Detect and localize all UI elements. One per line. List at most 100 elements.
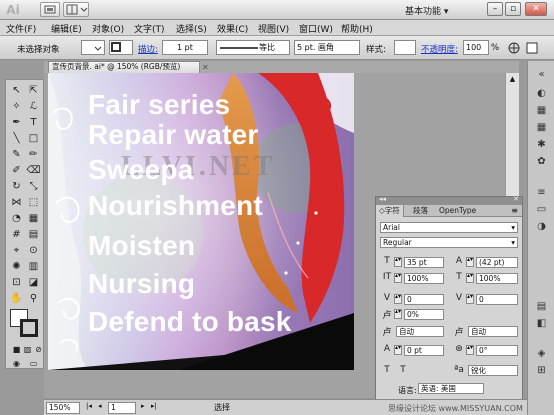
minimize-button[interactable]: – bbox=[487, 2, 503, 16]
symbol-sprayer-icon[interactable]: ✺ bbox=[9, 259, 24, 274]
selection-tool-icon[interactable]: ↖ bbox=[9, 83, 24, 98]
paintbrush-icon[interactable]: ✎ bbox=[9, 147, 24, 162]
graphic-styles-icon[interactable]: ◧ bbox=[533, 316, 550, 331]
tab-opentype[interactable]: OpenType bbox=[436, 205, 479, 217]
swatches-panel-icon[interactable]: ▦ bbox=[533, 120, 550, 135]
kerning-stepper[interactable]: ▴▾ bbox=[394, 294, 402, 304]
column-graph-icon[interactable]: ▥ bbox=[26, 259, 41, 274]
opacity-input[interactable]: 100 bbox=[463, 40, 489, 55]
tracking-input[interactable]: 0 bbox=[476, 294, 518, 305]
menu-edit[interactable]: 编辑(E) bbox=[51, 22, 82, 35]
transparency-panel-icon[interactable]: ◑ bbox=[533, 219, 550, 234]
underline-icon[interactable]: T bbox=[380, 365, 394, 375]
restore-button[interactable]: ▫ bbox=[505, 2, 521, 16]
lasso-tool-icon[interactable]: ℒ bbox=[26, 99, 41, 114]
menu-type[interactable]: 文字(T) bbox=[134, 22, 165, 35]
opacity-label[interactable]: 不透明度: bbox=[421, 43, 458, 55]
magic-wand-icon[interactable]: ✧ bbox=[9, 99, 24, 114]
gradient-panel-icon[interactable]: ▭ bbox=[533, 202, 550, 217]
scroll-up-icon[interactable]: ▲ bbox=[508, 75, 517, 84]
menu-effect[interactable]: 效果(C) bbox=[217, 22, 248, 35]
color-guide-icon[interactable]: ▦ bbox=[533, 103, 550, 118]
stroke-color-swatch[interactable] bbox=[109, 40, 133, 55]
font-style-select[interactable]: Regular ▾ bbox=[380, 237, 518, 248]
menu-select[interactable]: 选择(S) bbox=[176, 22, 207, 35]
panel-header[interactable]: ◂◂ ✕ bbox=[376, 195, 522, 205]
direct-selection-tool-icon[interactable]: ⇱ bbox=[26, 83, 41, 98]
stroke-swatch[interactable] bbox=[20, 319, 38, 337]
vertical-scale-input[interactable]: 100% bbox=[404, 273, 444, 284]
first-artboard-icon[interactable]: |◂ bbox=[86, 402, 92, 410]
color-panel-icon[interactable]: ◐ bbox=[533, 86, 550, 101]
zoom-select[interactable]: 150% bbox=[46, 402, 80, 414]
artboard-tool-icon[interactable]: ⊡ bbox=[9, 275, 24, 290]
appearance-panel-icon[interactable]: ▤ bbox=[533, 299, 550, 314]
font-size-stepper[interactable]: ▴▾ bbox=[394, 257, 402, 267]
workspace-switcher[interactable]: 基本功能 ▾ bbox=[405, 4, 448, 17]
free-transform-icon[interactable]: ⬚ bbox=[26, 195, 41, 210]
panel-collapse-icon[interactable]: ◂◂ bbox=[379, 195, 386, 203]
panel-close-icon[interactable]: ✕ bbox=[513, 195, 519, 203]
drawing-mode-icon[interactable]: ◉ bbox=[9, 356, 24, 371]
character-rotation-stepper[interactable]: ▴▾ bbox=[466, 345, 474, 355]
tsume-input[interactable]: 0% bbox=[404, 309, 444, 320]
close-document-icon[interactable]: ✕ bbox=[202, 63, 209, 72]
blob-brush-icon[interactable]: ✐ bbox=[9, 163, 24, 178]
variable-width-profile[interactable]: 等比 bbox=[216, 40, 290, 55]
brush-definition[interactable]: 5 pt. 画角 bbox=[294, 40, 360, 55]
stroke-label[interactable]: 描边: bbox=[138, 43, 158, 55]
eyedropper-icon[interactable]: ⌖ bbox=[9, 243, 24, 258]
perspective-grid-icon[interactable]: ▦ bbox=[26, 211, 41, 226]
kerning-input[interactable]: 0 bbox=[404, 294, 444, 305]
screen-mode-icon[interactable]: ▭ bbox=[26, 356, 41, 371]
vertical-scale-stepper[interactable]: ▴▾ bbox=[394, 273, 402, 283]
horizontal-scale-stepper[interactable]: ▴▾ bbox=[466, 273, 474, 283]
symbols-panel-icon[interactable]: ✿ bbox=[533, 154, 550, 169]
recolor-artwork-icon[interactable] bbox=[507, 41, 521, 55]
stroke-panel-icon[interactable]: ≡ bbox=[533, 185, 550, 200]
stroke-weight-input[interactable]: 1 pt bbox=[162, 40, 208, 55]
line-tool-icon[interactable]: ╲ bbox=[9, 131, 24, 146]
language-select[interactable]: 英语: 美国 bbox=[418, 383, 484, 394]
previous-artboard-icon[interactable]: ◂ bbox=[98, 402, 102, 410]
document-tab[interactable]: 宣传页背景. ai* @ 150% (RGB/预览) bbox=[48, 61, 200, 73]
menu-window[interactable]: 窗口(W) bbox=[299, 22, 333, 35]
next-artboard-icon[interactable]: ▸ bbox=[141, 402, 145, 410]
artboard-number-select[interactable]: 1 bbox=[108, 402, 136, 414]
brushes-panel-icon[interactable]: ✱ bbox=[533, 137, 550, 152]
mesh-tool-icon[interactable]: # bbox=[9, 227, 24, 242]
menu-object[interactable]: 对象(O) bbox=[92, 22, 124, 35]
panel-menu-icon[interactable]: ≡ bbox=[511, 206, 518, 215]
ad-line-2[interactable]: Repair water bbox=[88, 119, 258, 151]
blend-tool-icon[interactable]: ⊙ bbox=[26, 243, 41, 258]
artboards-panel-icon[interactable]: ⊞ bbox=[533, 363, 550, 378]
baseline-shift-stepper[interactable]: ▴▾ bbox=[394, 345, 402, 355]
width-tool-icon[interactable]: ⋈ bbox=[9, 195, 24, 210]
tracking-stepper[interactable]: ▴▾ bbox=[466, 294, 474, 304]
shape-builder-icon[interactable]: ◔ bbox=[9, 211, 24, 226]
rotate-tool-icon[interactable]: ↻ bbox=[9, 179, 24, 194]
hand-tool-icon[interactable]: ✋ bbox=[9, 291, 24, 306]
pen-tool-icon[interactable]: ✒ bbox=[9, 115, 24, 130]
rectangle-tool-icon[interactable]: □ bbox=[26, 131, 41, 146]
menu-help[interactable]: 帮助(H) bbox=[341, 22, 373, 35]
pencil-icon[interactable]: ✏ bbox=[26, 147, 41, 162]
type-tool-icon[interactable]: T bbox=[26, 115, 41, 130]
menu-file[interactable]: 文件(F) bbox=[6, 22, 36, 35]
font-family-select[interactable]: Arial ▾ bbox=[380, 222, 518, 233]
collapse-dock-icon[interactable]: « bbox=[533, 67, 550, 82]
bridge-button[interactable] bbox=[40, 2, 60, 17]
ad-line-4[interactable]: Nourishment bbox=[88, 190, 263, 222]
document-setup-icon[interactable] bbox=[525, 41, 539, 55]
aki-right-select[interactable]: 自动 bbox=[468, 326, 518, 337]
last-artboard-icon[interactable]: ▸| bbox=[151, 402, 157, 410]
ad-line-1[interactable]: Fair series bbox=[88, 89, 230, 121]
fill-color-swatch[interactable] bbox=[81, 40, 105, 55]
menu-view[interactable]: 视图(V) bbox=[258, 22, 289, 35]
layers-panel-icon[interactable]: ◈ bbox=[533, 346, 550, 361]
antialiasing-select[interactable]: 锐化 bbox=[468, 365, 518, 376]
slice-tool-icon[interactable]: ◪ bbox=[26, 275, 41, 290]
baseline-shift-input[interactable]: 0 pt bbox=[404, 345, 444, 356]
scale-tool-icon[interactable]: ⤡ bbox=[26, 179, 41, 194]
ad-line-6[interactable]: Nursing bbox=[88, 268, 195, 300]
